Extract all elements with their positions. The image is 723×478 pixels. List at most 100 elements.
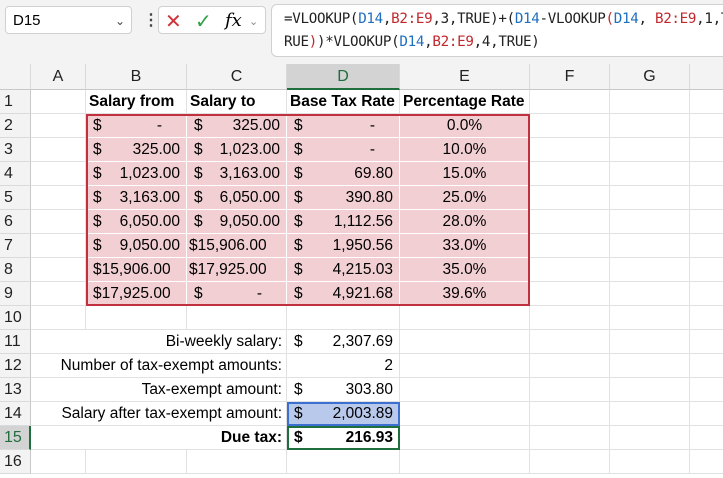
cell-base-tax[interactable]: $1,950.56	[287, 234, 400, 258]
cell-base-tax[interactable]: $390.80	[287, 186, 400, 210]
cell[interactable]	[530, 258, 610, 282]
cell-percentage[interactable]: 39.6%	[400, 282, 530, 306]
cell[interactable]	[86, 450, 187, 474]
cell-salary-from[interactable]: $325.00	[86, 138, 187, 162]
cell[interactable]	[31, 90, 86, 114]
cell-percentage[interactable]: 10.0%	[400, 138, 530, 162]
cell[interactable]	[610, 330, 690, 354]
chevron-down-icon[interactable]: ⌄	[115, 7, 125, 35]
cell[interactable]	[400, 378, 530, 402]
cell[interactable]	[610, 186, 690, 210]
cell-salary-from[interactable]: $1,023.00	[86, 162, 187, 186]
cell-salary-from[interactable]: $15,906.00	[86, 258, 187, 282]
cell[interactable]	[690, 330, 723, 354]
cell[interactable]	[31, 210, 86, 234]
cell-percentage[interactable]: 15.0%	[400, 162, 530, 186]
select-all-corner[interactable]	[0, 64, 31, 90]
cell[interactable]	[690, 402, 723, 426]
cell[interactable]	[530, 306, 610, 330]
cell[interactable]	[31, 282, 86, 306]
cell-percentage[interactable]: 25.0%	[400, 186, 530, 210]
cell[interactable]	[690, 162, 723, 186]
cell[interactable]	[610, 378, 690, 402]
row-header-4[interactable]: 4	[0, 162, 31, 186]
more-options-icon[interactable]: ⋮	[143, 10, 159, 30]
cell[interactable]	[530, 234, 610, 258]
column-header-C[interactable]: C	[187, 64, 287, 90]
table-header[interactable]: Base Tax Rate	[287, 90, 400, 114]
row-header-3[interactable]: 3	[0, 138, 31, 162]
cell[interactable]	[530, 186, 610, 210]
cell-salary-to[interactable]: $9,050.00	[187, 210, 287, 234]
cell-base-tax[interactable]: $69.80	[287, 162, 400, 186]
row-header-1[interactable]: 1	[0, 90, 31, 114]
row-header-13[interactable]: 13	[0, 378, 31, 402]
cell[interactable]	[530, 426, 610, 450]
cell-salary-to[interactable]: $15,906.00	[187, 234, 287, 258]
cell[interactable]	[31, 450, 86, 474]
cell-salary-to[interactable]: $6,050.00	[187, 186, 287, 210]
cell[interactable]	[530, 354, 610, 378]
cell[interactable]	[690, 258, 723, 282]
cell[interactable]	[400, 402, 530, 426]
cell[interactable]	[400, 306, 530, 330]
cell[interactable]	[187, 306, 287, 330]
cell-base-tax[interactable]: $ -	[287, 138, 400, 162]
cell-salary-from[interactable]: $9,050.00	[86, 234, 187, 258]
cell[interactable]	[610, 138, 690, 162]
cell-salary-to[interactable]: $17,925.00	[187, 258, 287, 282]
cell[interactable]	[610, 354, 690, 378]
cell[interactable]	[530, 402, 610, 426]
cell[interactable]	[690, 90, 723, 114]
chevron-down-icon[interactable]: ⌄	[249, 15, 258, 28]
cell[interactable]	[690, 210, 723, 234]
cell[interactable]	[690, 306, 723, 330]
cell-percentage[interactable]: 35.0%	[400, 258, 530, 282]
cell[interactable]	[530, 282, 610, 306]
row-header-7[interactable]: 7	[0, 234, 31, 258]
cell-base-tax[interactable]: $ -	[287, 114, 400, 138]
cell[interactable]	[187, 450, 287, 474]
cell[interactable]	[31, 114, 86, 138]
column-header-G[interactable]: G	[610, 64, 690, 90]
cell-base-tax[interactable]: $1,112.56	[287, 210, 400, 234]
cell[interactable]	[530, 210, 610, 234]
cell-salary-to[interactable]: $325.00	[187, 114, 287, 138]
cell[interactable]	[610, 282, 690, 306]
row-header-9[interactable]: 9	[0, 282, 31, 306]
cell[interactable]	[530, 114, 610, 138]
formula-bar[interactable]: =VLOOKUP(D14,B2:E9,3,TRUE)+(D14-VLOOKUP(…	[271, 4, 723, 57]
row-header-12[interactable]: 12	[0, 354, 31, 378]
cell[interactable]	[690, 354, 723, 378]
cell[interactable]	[610, 234, 690, 258]
cell[interactable]	[530, 450, 610, 474]
cell-base-tax[interactable]: $4,215.03	[287, 258, 400, 282]
row-header-10[interactable]: 10	[0, 306, 31, 330]
cell-percentage[interactable]: 28.0%	[400, 210, 530, 234]
cell-salary-to[interactable]: $3,163.00	[187, 162, 287, 186]
cell-salary-to[interactable]: $1,023.00	[187, 138, 287, 162]
cell[interactable]	[287, 306, 400, 330]
cell[interactable]	[690, 450, 723, 474]
cell-salary-from[interactable]: $17,925.00	[86, 282, 187, 306]
cell-percentage[interactable]: 33.0%	[400, 234, 530, 258]
cell[interactable]	[610, 210, 690, 234]
cell[interactable]	[610, 402, 690, 426]
cancel-icon[interactable]: ✕	[165, 9, 182, 34]
cell[interactable]	[610, 162, 690, 186]
confirm-icon[interactable]: ✓	[195, 9, 212, 34]
cell[interactable]	[400, 450, 530, 474]
table-header[interactable]: Salary to	[187, 90, 287, 114]
row-header-14[interactable]: 14	[0, 402, 31, 426]
cell[interactable]	[400, 426, 530, 450]
cell[interactable]	[31, 138, 86, 162]
column-header-H[interactable]	[690, 64, 723, 90]
cell[interactable]	[86, 306, 187, 330]
cell[interactable]	[610, 90, 690, 114]
cell-base-tax[interactable]: $4,921.68	[287, 282, 400, 306]
cell-salary-to[interactable]: $ -	[187, 282, 287, 306]
cell[interactable]	[530, 90, 610, 114]
row-header-16[interactable]: 16	[0, 450, 31, 474]
cell[interactable]	[530, 330, 610, 354]
cell[interactable]	[610, 426, 690, 450]
